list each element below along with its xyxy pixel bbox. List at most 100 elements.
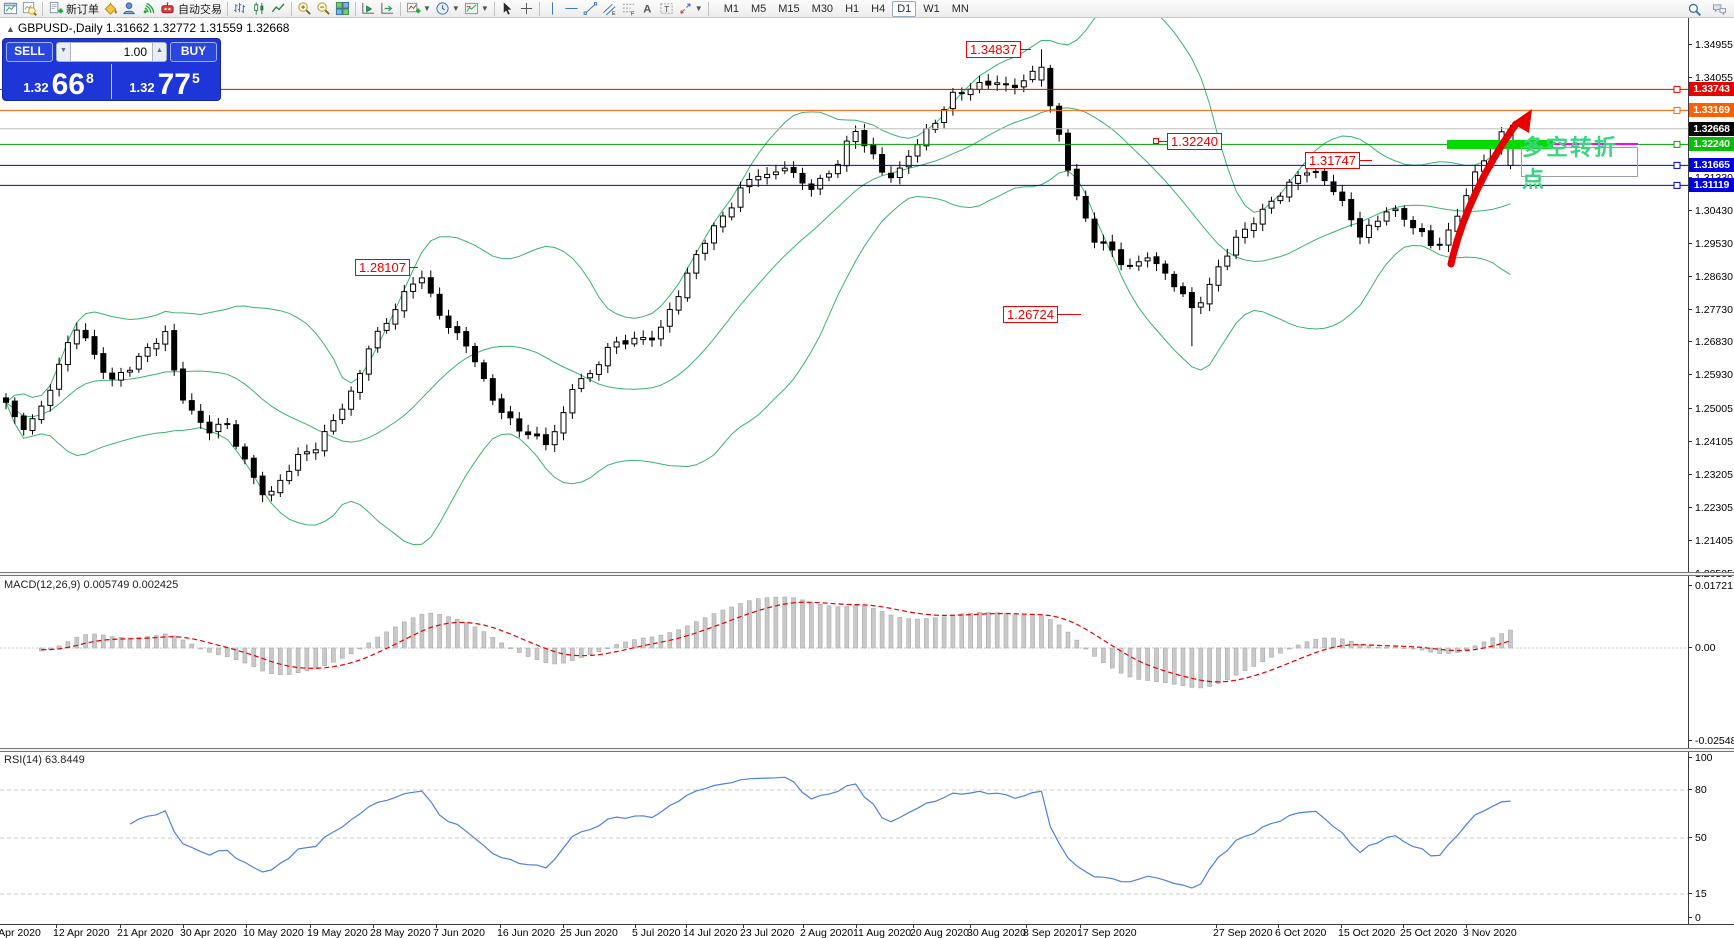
date-tick [913, 925, 914, 928]
buy-price-pip: 5 [192, 71, 200, 85]
timeframe-m5-button[interactable]: M5 [746, 1, 771, 17]
date-label: 17 Sep 2020 [1077, 927, 1137, 938]
price-tick-label: 1.34955 [1690, 39, 1733, 51]
tile-windows-icon [335, 1, 350, 16]
timeframe-group: M1M5M15M30H1H4D1W1MN [718, 1, 975, 17]
timeframe-m1-button[interactable]: M1 [719, 1, 744, 17]
indicators-button[interactable]: ▼ [404, 0, 433, 17]
date-label: 15 Oct 2020 [1338, 927, 1395, 938]
new-order-button[interactable]: 新订单 [46, 0, 101, 17]
toolbar-separator [494, 2, 495, 16]
date-tick [1080, 925, 1081, 928]
price-annotation: 1.32240 [1167, 133, 1222, 150]
chevron-down-icon[interactable]: ▼ [452, 4, 460, 13]
date-label: 5 Jul 2020 [632, 927, 680, 938]
auto-scroll-button[interactable] [359, 0, 378, 17]
text-button[interactable] [638, 0, 657, 17]
price-tick-label: 1.24105 [1690, 436, 1733, 448]
indicators-icon [406, 1, 421, 16]
chart-shift-icon [380, 1, 395, 16]
tile-windows-button[interactable] [333, 0, 352, 17]
bar-chart-mode-button[interactable] [231, 0, 250, 17]
timeframe-m30-button[interactable]: M30 [807, 1, 838, 17]
cursor-button[interactable] [498, 0, 517, 17]
date-label: 11 Aug 2020 [853, 927, 911, 938]
community-button[interactable] [1710, 1, 1729, 18]
sell-button[interactable]: SELL [6, 42, 53, 62]
profiles-button[interactable] [120, 0, 139, 17]
rsi-tick-label: 0 [1690, 912, 1701, 924]
preview-button[interactable] [20, 0, 39, 17]
date-label: 7 Jun 2020 [433, 927, 485, 938]
line-chart-mode-button[interactable] [269, 0, 288, 17]
text-label-icon [659, 1, 674, 16]
volume-up-button[interactable]: ▲ [152, 42, 167, 62]
macd-indicator-label: MACD(12,26,9) 0.005749 0.002425 [4, 579, 178, 591]
buy-price[interactable]: 1.32 77 5 [111, 64, 217, 99]
charts-window-icon [3, 1, 18, 16]
timeframe-h1-button[interactable]: H1 [840, 1, 864, 17]
date-tick [1466, 925, 1467, 928]
price-tick-label: 1.25005 [1690, 403, 1733, 415]
buy-price-main: 77 [158, 73, 191, 97]
text-label-button[interactable] [657, 0, 676, 17]
vertical-line-button[interactable] [543, 0, 562, 17]
line-chart-mode-icon [271, 1, 286, 16]
templates-button[interactable]: ▼ [462, 0, 491, 17]
equidistant-channel-button[interactable] [600, 0, 619, 17]
date-label: 30 Aug 2020 [967, 927, 1026, 938]
date-label: 30 Apr 2020 [180, 927, 237, 938]
date-tick [856, 925, 857, 928]
rsi-panel[interactable] [0, 752, 1688, 924]
toolbar-separator [539, 2, 540, 16]
toolbar-separator [227, 2, 228, 16]
timeframe-m15-button[interactable]: M15 [773, 1, 804, 17]
candle-chart-mode-button[interactable] [250, 0, 269, 17]
sell-price[interactable]: 1.32 66 8 [6, 64, 111, 99]
rsi-indicator-label: RSI(14) 63.8449 [4, 754, 85, 766]
date-tick [1216, 925, 1217, 928]
timeframe-d1-button[interactable]: D1 [892, 1, 916, 17]
price-tick-label: 1.28630 [1690, 271, 1733, 283]
zoom-in-button[interactable] [295, 0, 314, 17]
rsi-tick-label: 15 [1690, 888, 1707, 900]
chevron-down-icon[interactable]: ▼ [423, 4, 431, 13]
chart-shift-button[interactable] [378, 0, 397, 17]
charts-window-button[interactable] [1, 0, 20, 17]
crosshair-button[interactable] [517, 0, 536, 17]
signals-button[interactable] [139, 0, 158, 17]
timeframe-mn-button[interactable]: MN [947, 1, 974, 17]
periods-button[interactable]: ▼ [433, 0, 462, 17]
one-click-trading-panel: SELL ▼ 1.00 ▲ BUY 1.32 66 8 1.32 77 5 [2, 38, 221, 101]
search-button[interactable] [1685, 1, 1704, 18]
zoom-out-icon [316, 1, 331, 16]
volume-input[interactable]: 1.00 [71, 42, 152, 62]
timeframe-w1-button[interactable]: W1 [918, 1, 945, 17]
styles-bucket-button[interactable] [101, 0, 120, 17]
horizontal-line-icon [564, 1, 579, 16]
timeframe-h4-button[interactable]: H4 [866, 1, 890, 17]
bar-chart-mode-icon [233, 1, 248, 16]
collapse-icon[interactable]: ▲ [6, 24, 15, 34]
trendline-button[interactable] [581, 0, 600, 17]
date-label: 21 Apr 2020 [117, 927, 174, 938]
volume-down-button[interactable]: ▼ [56, 42, 71, 62]
fibonacci-button[interactable] [619, 0, 638, 17]
macd-panel[interactable] [0, 577, 1688, 748]
cursor-icon [500, 1, 515, 16]
chevron-down-icon[interactable]: ▼ [695, 4, 703, 13]
buy-button[interactable]: BUY [170, 42, 217, 62]
date-label: 12 Apr 2020 [53, 927, 110, 938]
panel-splitter-macd[interactable] [0, 572, 1734, 576]
price-chart[interactable] [0, 18, 1688, 574]
auto-trading-button[interactable]: 自动交易 [158, 0, 224, 17]
horizontal-line-button[interactable] [562, 0, 581, 17]
toolbar-separator [355, 2, 356, 16]
turning-point-text: 多空转折点 [1522, 130, 1637, 194]
zoom-out-button[interactable] [314, 0, 333, 17]
date-tick [500, 925, 501, 928]
arrows-button[interactable]: ▼ [676, 0, 705, 17]
panel-splitter-rsi[interactable] [0, 748, 1734, 752]
macd-tick-label: -0.025487 [1690, 735, 1734, 747]
chevron-down-icon[interactable]: ▼ [481, 4, 489, 13]
